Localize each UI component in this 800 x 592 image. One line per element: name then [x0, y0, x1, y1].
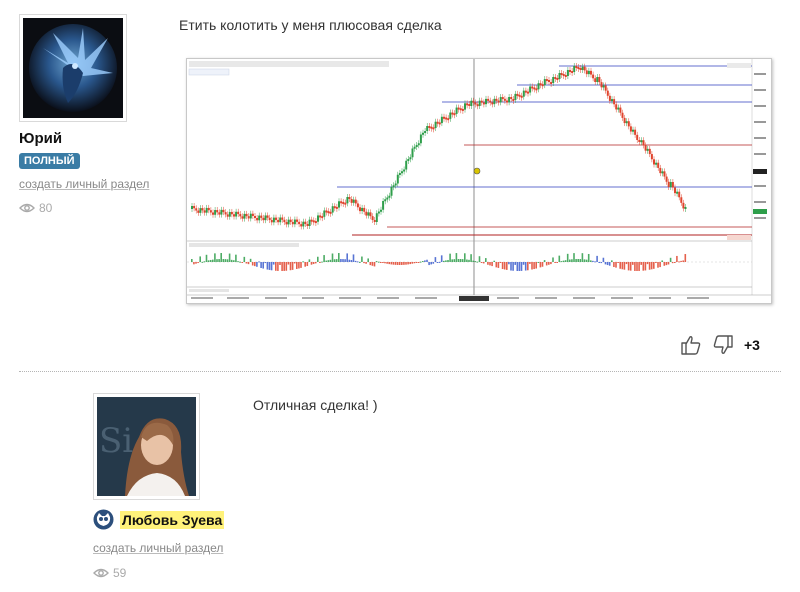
- owl-icon: [93, 509, 114, 530]
- username-lyubov[interactable]: Любовь Зуева: [120, 510, 225, 529]
- vote-score: +3: [744, 337, 760, 353]
- create-section-link[interactable]: создать личный раздел: [93, 541, 223, 555]
- status-badge: ПОЛНЫЙ: [19, 153, 80, 169]
- comment-text: Отличная сделка! ): [253, 397, 378, 413]
- chart-screenshot[interactable]: [186, 58, 772, 304]
- username-row: Любовь Зуева: [93, 509, 225, 530]
- dragon-image: [23, 18, 123, 118]
- trading-chart-image: [187, 59, 771, 303]
- eye-icon: [19, 203, 35, 213]
- woman-portrait-image: Si: [97, 397, 196, 496]
- avatar-lyubov[interactable]: Si: [93, 393, 200, 500]
- views-count: 59: [113, 566, 127, 580]
- eye-icon: [93, 568, 109, 578]
- views-counter: 80: [19, 201, 52, 215]
- comment-text: Етить колотить у меня плюсовая сделка: [179, 17, 442, 33]
- create-section-link[interactable]: создать личный раздел: [19, 177, 149, 191]
- vote-controls: +3: [680, 334, 760, 356]
- username-yuri[interactable]: Юрий: [19, 130, 62, 147]
- avatar-yuri[interactable]: [19, 14, 127, 122]
- thumbs-up-icon[interactable]: [680, 334, 702, 356]
- divider: [19, 371, 781, 372]
- thumbs-down-icon[interactable]: [712, 334, 734, 356]
- svg-text:Si: Si: [99, 421, 133, 461]
- views-counter: 59: [93, 566, 126, 580]
- views-count: 80: [39, 201, 53, 215]
